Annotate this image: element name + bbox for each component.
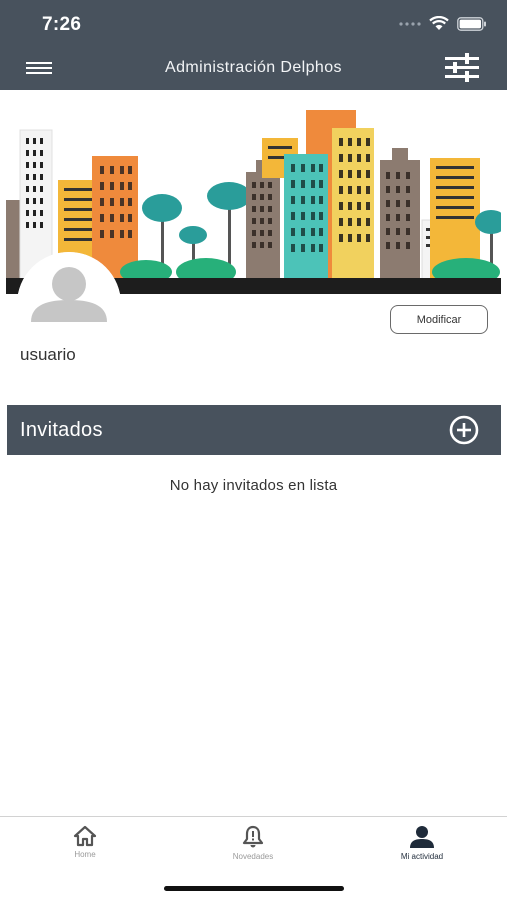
avatar[interactable] — [17, 252, 121, 356]
filter-button[interactable] — [443, 52, 481, 84]
tab-novedades-label: Novedades — [232, 852, 274, 861]
app-header: Administración Delphos — [0, 46, 507, 90]
tab-home-label: Home — [74, 850, 96, 859]
battery-icon — [457, 16, 486, 31]
status-indicators — [399, 16, 487, 31]
sliders-icon — [445, 53, 479, 82]
tab-novedades[interactable]: Novedades — [193, 825, 313, 861]
wifi-icon — [429, 16, 449, 30]
modify-profile-button[interactable]: Modificar — [390, 305, 488, 334]
tab-mi-actividad[interactable]: Mi actividad — [362, 825, 482, 861]
bell-alert-icon — [242, 825, 264, 848]
username-label: usuario — [20, 345, 76, 364]
add-guest-button[interactable] — [449, 415, 479, 445]
empty-guests-message: No hay invitados en lista — [169, 477, 338, 494]
tab-mi-actividad-label: Mi actividad — [400, 852, 444, 861]
status-bar: 7:26 — [0, 0, 507, 46]
plus-circle-icon — [449, 415, 479, 445]
home-indicator[interactable] — [164, 886, 344, 891]
page-title: Administración Delphos — [165, 59, 342, 76]
guests-title: Invitados — [20, 419, 103, 441]
cellular-signal-icon — [399, 21, 421, 26]
guests-section-header: Invitados — [7, 405, 501, 455]
person-icon — [410, 826, 434, 848]
home-icon — [73, 825, 97, 847]
user-placeholder-icon — [17, 252, 121, 356]
status-time: 7:26 — [42, 14, 82, 35]
tab-home[interactable]: Home — [25, 825, 145, 859]
